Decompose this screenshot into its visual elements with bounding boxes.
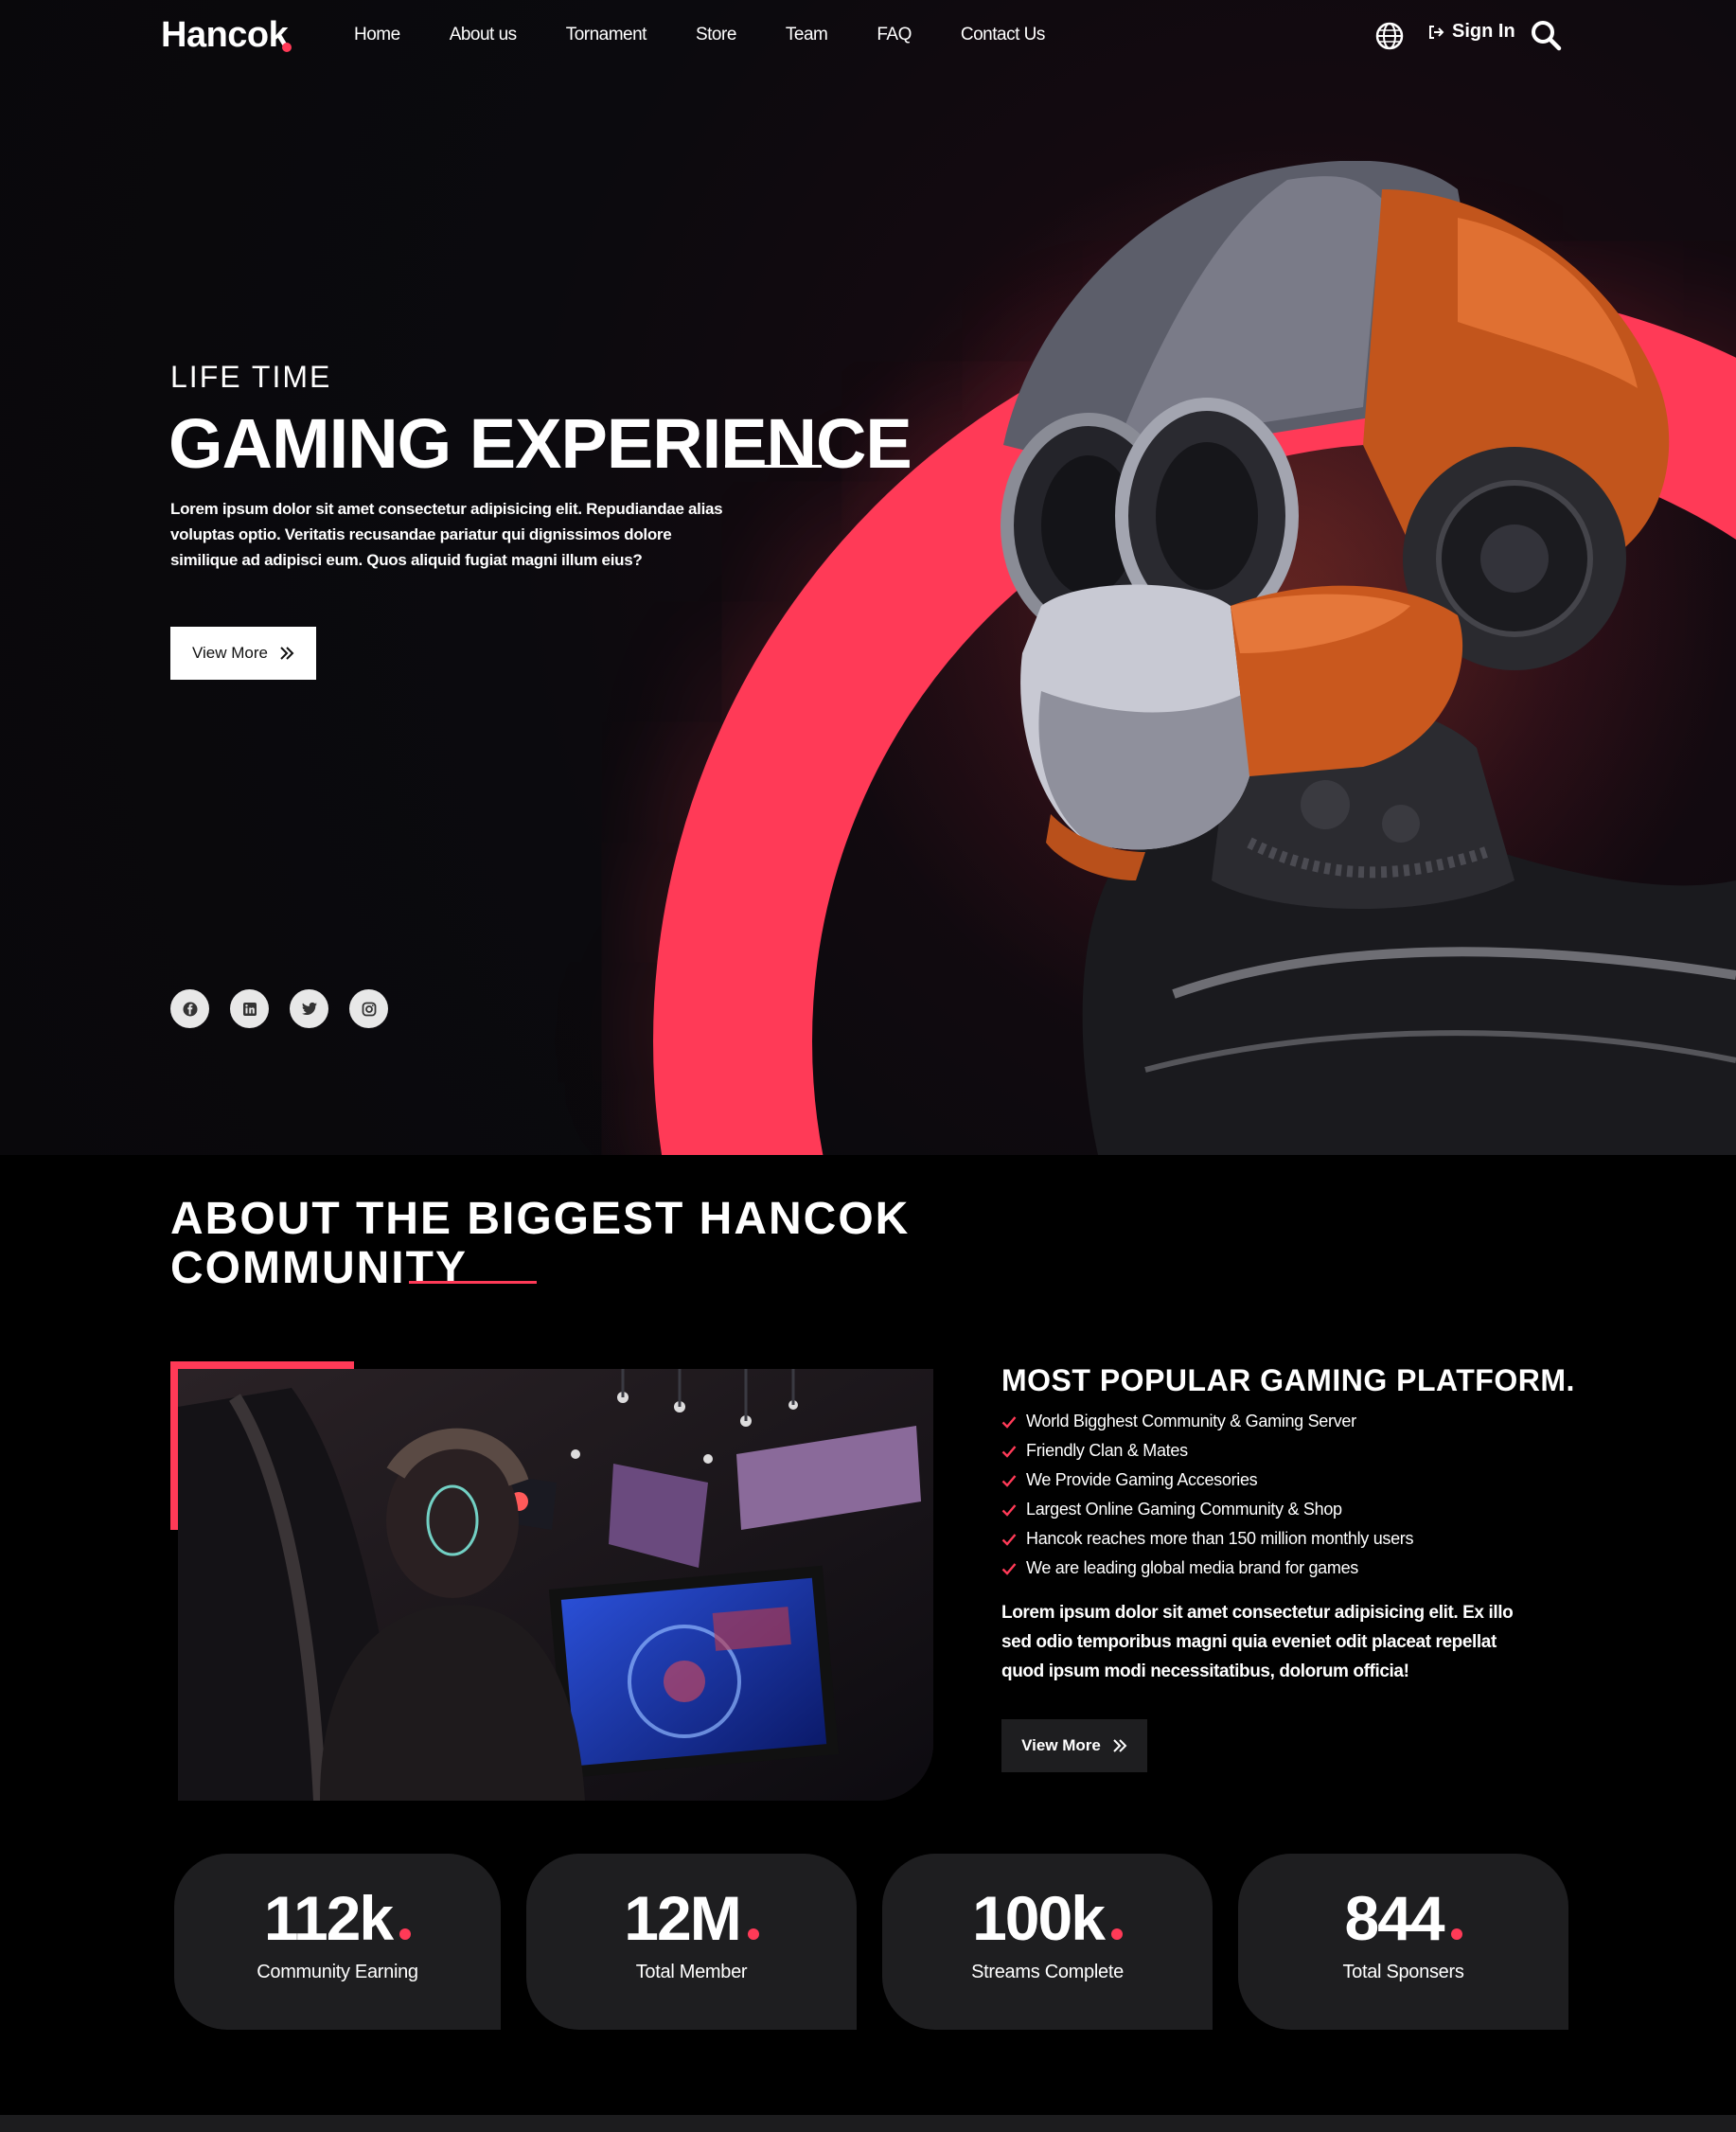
check-icon [1001,1415,1017,1429]
stat-card: 844 Total Sponsers [1238,1854,1568,2030]
check-icon [1001,1533,1017,1546]
stat-label: Streams Complete [971,1962,1124,1982]
feature-text: We Provide Gaming Accesories [1026,1470,1258,1489]
headline-underline [725,465,822,468]
stat-value-wrap: 12M [624,1882,759,1954]
hero-view-more-button[interactable]: View More [170,627,316,680]
hero-view-more-label: View More [192,644,268,662]
gamer-photo [178,1369,933,1801]
facebook-icon[interactable] [170,989,209,1028]
list-item: Friendly Clan & Mates [1001,1436,1413,1466]
search-icon[interactable] [1530,19,1562,51]
sign-in-button[interactable]: Sign In [1427,21,1515,43]
footer-strip [0,2115,1736,2132]
hero-headline: GAMING EXPERIENCE [168,404,912,483]
stat-value: 12M [624,1883,741,1953]
nav-tornament[interactable]: Tornament [566,25,647,45]
top-navbar: Hancok Home About us Tornament Store Tea… [0,0,1736,76]
nav-about-us[interactable]: About us [450,25,518,45]
list-item: World Bigghest Community & Gaming Server [1001,1407,1413,1436]
gamer-photo-graphic [178,1369,933,1801]
feature-text: We are leading global media brand for ga… [1026,1558,1358,1577]
stat-dot [747,1928,759,1940]
about-view-more-button[interactable]: View More [1001,1719,1147,1772]
hero-description: Lorem ipsum dolor sit amet consectetur a… [170,500,723,569]
stat-dot [399,1928,412,1940]
robot-helmet-image [1001,161,1736,1155]
sign-in-label: Sign In [1452,21,1515,42]
feature-text: Hancok reaches more than 150 million mon… [1026,1529,1414,1548]
logo-dot [282,43,292,52]
about-title-underline [409,1281,537,1284]
platform-description: Lorem ipsum dolor sit amet consectetur a… [1001,1603,1514,1681]
main-menu: Home About us Tornament Store Team FAQ C… [354,25,1094,45]
check-icon [1001,1503,1017,1517]
chevrons-right-icon [280,647,294,660]
linkedin-icon[interactable] [230,989,269,1028]
site-logo[interactable]: Hancok [161,15,289,56]
feature-list: World Bigghest Community & Gaming Server… [1001,1407,1414,1583]
about-section-title: ABOUT THE BIGGEST HANCOK COMMUNITY [170,1195,910,1293]
stat-card: 12M Total Member [526,1854,857,2030]
stat-value-wrap: 112k [263,1882,412,1954]
about-title-line1: ABOUT THE BIGGEST HANCOK [170,1194,911,1244]
nav-home[interactable]: Home [354,25,400,45]
about-view-more-label: View More [1021,1736,1101,1754]
globe-icon[interactable] [1374,21,1405,51]
social-links [170,989,388,1028]
nav-contact-us[interactable]: Contact Us [961,25,1045,45]
list-item: We Provide Gaming Accesories [1001,1466,1413,1495]
check-icon [1001,1562,1017,1575]
feature-text: World Bigghest Community & Gaming Server [1026,1412,1356,1430]
sign-in-icon [1429,25,1444,39]
chevrons-right-icon [1113,1739,1127,1752]
nav-faq[interactable]: FAQ [877,25,912,45]
stat-value-wrap: 844 [1344,1882,1462,1954]
list-item: Hancok reaches more than 150 million mon… [1001,1524,1414,1554]
hero-section: Hancok Home About us Tornament Store Tea… [0,0,1736,1155]
stat-card: 112k Community Earning [174,1854,501,2030]
stat-value: 100k [972,1883,1106,1953]
about-title-line2: COMMUNITY [170,1243,468,1293]
stat-label: Total Member [635,1962,748,1982]
stat-dot [1450,1928,1462,1940]
platform-title: MOST POPULAR GAMING PLATFORM. [1001,1363,1575,1397]
list-item: We are leading global media brand for ga… [1001,1554,1413,1583]
stat-dot [1110,1928,1123,1940]
feature-text: Friendly Clan & Mates [1026,1441,1188,1460]
stat-value: 112k [263,1883,394,1953]
instagram-icon[interactable] [349,989,388,1028]
stat-label: Community Earning [257,1962,418,1982]
check-icon [1001,1474,1017,1487]
nav-team[interactable]: Team [786,25,828,45]
hero-kicker: LIFE TIME [170,360,332,394]
twitter-icon[interactable] [290,989,328,1028]
stat-value-wrap: 100k [972,1882,1123,1954]
stat-value: 844 [1344,1883,1444,1953]
stat-card: 100k Streams Complete [882,1854,1213,2030]
feature-text: Largest Online Gaming Community & Shop [1026,1500,1342,1519]
list-item: Largest Online Gaming Community & Shop [1001,1495,1413,1524]
check-icon [1001,1445,1017,1458]
nav-store[interactable]: Store [696,25,736,45]
stat-label: Total Sponsers [1342,1962,1464,1982]
